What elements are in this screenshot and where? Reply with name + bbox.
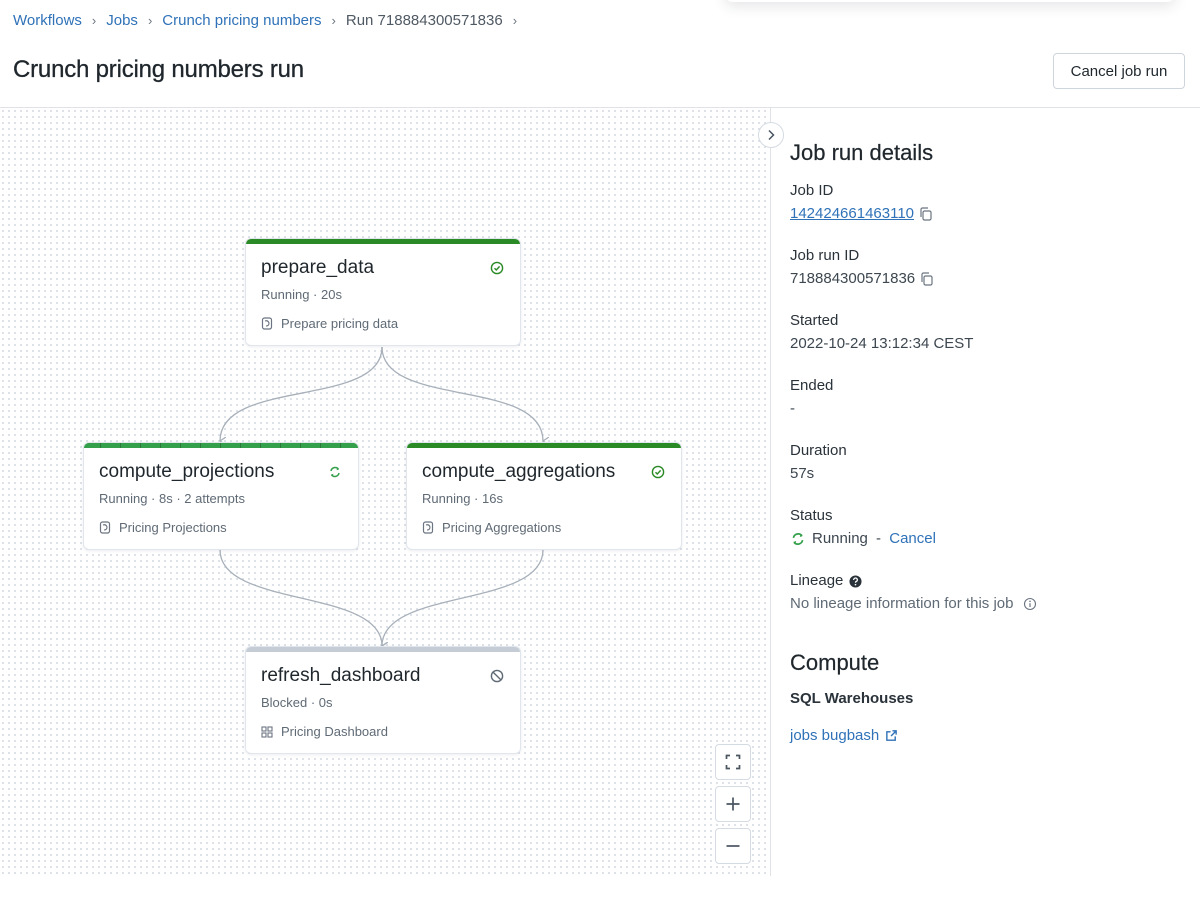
task-status-bar [246,239,520,244]
sync-icon [792,533,804,545]
popover-shadow [725,0,1175,2]
task-source-label: Pricing Dashboard [281,724,388,739]
task-node-compute-aggregations[interactable]: compute_aggregations Running · 16s Prici… [406,442,682,550]
cancel-run-link[interactable]: Cancel [889,527,936,551]
blocked-icon [490,669,504,683]
notebook-icon [422,521,434,534]
task-source-label: Pricing Aggregations [442,520,562,535]
compute-title: Compute [790,650,880,675]
chevron-right-icon: › [331,13,336,28]
chevron-right-icon: › [147,13,153,28]
fullscreen-icon [725,754,741,770]
job-id-link[interactable]: 142424661463110 [790,202,914,226]
chevron-right-icon [768,129,775,141]
breadcrumb-jobs[interactable]: Jobs [106,12,138,29]
external-link-icon [886,730,898,741]
task-status-bar [246,647,520,652]
task-source: Pricing Projections [99,520,227,535]
cancel-job-run-button[interactable]: Cancel job run [1053,53,1185,89]
lineage-value: No lineage information for this job [790,595,1014,612]
notebook-icon [99,521,111,534]
details-title: Job run details [790,140,934,165]
field-started: Started 2022-10-24 13:12:34 CEST [790,310,1190,356]
edge-prepare-to-projections [220,346,383,441]
duration-label: Duration [790,442,847,459]
task-status-bar [84,443,358,448]
task-source-label: Prepare pricing data [281,316,399,331]
breadcrumb-job[interactable]: Crunch pricing numbers [162,12,321,29]
task-status: Running · 20s [261,287,342,302]
chevron-right-icon: › [512,13,518,28]
field-job-run-id: Job run ID 718884300571836 [790,245,1190,291]
plus-icon [726,797,740,811]
task-source-label: Pricing Projections [119,520,227,535]
lineage-label: Lineage [790,572,844,589]
task-name: compute_aggregations [422,461,616,482]
minus-icon [726,845,740,847]
dashboard-icon [261,725,273,738]
ended-label: Ended [790,377,834,394]
check-circle-icon [490,261,504,275]
page-title: Crunch pricing numbers run [13,56,304,83]
task-name: compute_projections [99,461,275,482]
status-label: Status [790,507,833,524]
task-status: Running · 16s [422,491,503,506]
sync-icon [330,466,340,478]
zoom-out-button[interactable] [715,828,751,864]
field-lineage: Lineage No lineage information for this … [790,570,1190,616]
task-node-compute-projections[interactable]: compute_projections Running · 8s · 2 att… [83,442,359,550]
task-status: Running · 8s · 2 attempts [99,491,245,506]
dag-canvas[interactable]: prepare_data Running · 20s Prepare prici… [0,108,771,876]
job-run-id-label: Job run ID [790,247,860,264]
warehouse-name[interactable]: jobs bugbash [790,727,879,744]
task-node-refresh-dashboard[interactable]: refresh_dashboard Blocked · 0s Pricing D… [245,646,521,754]
task-status: Blocked · 0s [261,695,333,710]
copy-icon[interactable] [919,271,935,287]
job-run-details-panel: Job run details Job ID 142424661463110 J… [790,140,1190,744]
started-label: Started [790,312,839,329]
task-status-bar [407,443,681,448]
job-run-id-value: 718884300571836 [790,270,916,287]
status-value: Running [812,530,868,547]
status-separator: - [871,530,886,547]
collapse-panel-button[interactable] [758,122,784,148]
breadcrumb-current: Run 718884300571836 [345,12,503,29]
info-icon[interactable] [1023,597,1037,611]
task-node-prepare-data[interactable]: prepare_data Running · 20s Prepare prici… [245,238,521,346]
started-value: 2022-10-24 13:12:34 CEST [790,335,974,352]
check-circle-icon [651,465,665,479]
task-source: Pricing Aggregations [422,520,561,535]
warehouse-link[interactable]: jobs bugbash [790,727,1190,744]
zoom-in-button[interactable] [715,786,751,822]
chevron-right-icon: › [91,13,97,28]
breadcrumb: Workflows › Jobs › Crunch pricing number… [13,12,527,29]
notebook-icon [261,317,273,330]
field-duration: Duration 57s [790,440,1190,486]
job-id-label: Job ID [790,182,834,199]
task-name: prepare_data [261,257,375,278]
duration-value: 57s [790,465,815,482]
field-status: Status Running - Cancel [790,505,1190,551]
edge-prepare-to-aggregations [381,346,543,441]
edge-projections-to-dashboard [219,549,382,646]
field-job-id: Job ID 142424661463110 [790,180,1190,226]
copy-icon[interactable] [918,206,934,222]
help-icon[interactable] [849,574,862,588]
compute-type: SQL Warehouses [790,690,914,707]
fit-view-button[interactable] [715,744,751,780]
field-ended: Ended - [790,375,1190,421]
task-name: refresh_dashboard [261,665,421,686]
ended-value: - [790,400,795,417]
task-source: Pricing Dashboard [261,724,388,739]
task-source: Prepare pricing data [261,316,398,331]
breadcrumb-workflows[interactable]: Workflows [13,12,82,29]
edge-aggregations-to-dashboard [382,549,544,646]
